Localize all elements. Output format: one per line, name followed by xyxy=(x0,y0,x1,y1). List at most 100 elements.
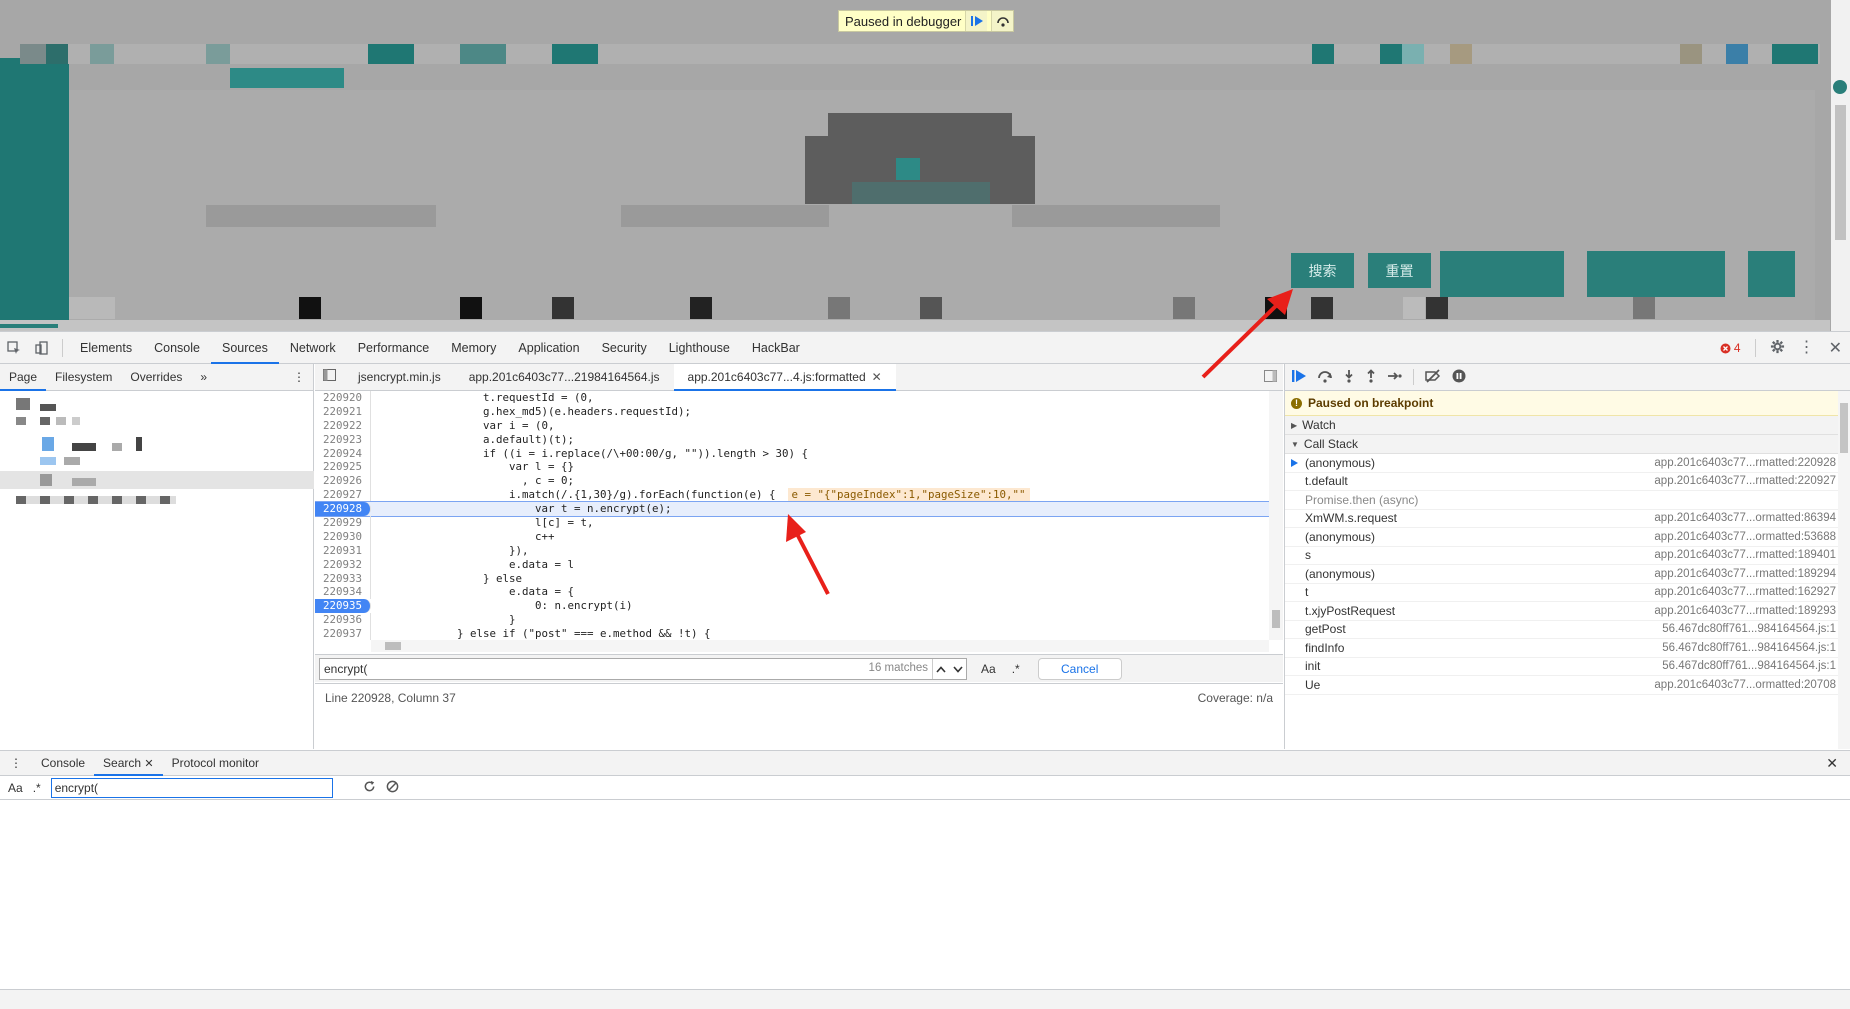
file-tab-app-formatted[interactable]: app.201c6403c77...4.js:formatted ✕ xyxy=(673,363,896,391)
call-stack-frame[interactable]: getPost 56.467dc80ff761...984164564.js:1 xyxy=(1285,621,1850,639)
step-over-icon[interactable] xyxy=(991,11,1014,31)
line-number[interactable]: 220931 xyxy=(315,543,371,558)
call-stack-section-header[interactable]: ▼ Call Stack xyxy=(1285,435,1850,454)
nav-tab-overrides[interactable]: Overrides xyxy=(121,364,191,391)
line-number[interactable]: 220937 xyxy=(315,627,371,640)
deactivate-breakpoints-icon[interactable] xyxy=(1424,368,1442,386)
breakpoint-line-number[interactable]: 220928 xyxy=(315,502,371,517)
drawer-tab-console[interactable]: Console xyxy=(32,751,94,776)
call-stack-frame[interactable]: t.default app.201c6403c77...rmatted:22092… xyxy=(1285,473,1850,491)
find-input[interactable]: encrypt( 16 matches xyxy=(319,657,967,680)
toggle-navigator-icon[interactable] xyxy=(315,364,344,391)
call-stack-frame[interactable]: t app.201c6403c77...rmatted:162927 xyxy=(1285,584,1850,602)
more-options-icon[interactable]: ⋮ xyxy=(1799,340,1815,356)
scrollbar-thumb[interactable] xyxy=(1835,105,1846,240)
code-vscrollbar[interactable] xyxy=(1269,391,1283,640)
file-tab-app-js[interactable]: app.201c6403c77...21984164564.js xyxy=(455,364,674,391)
tree-item[interactable] xyxy=(16,496,176,504)
device-toolbar-icon[interactable] xyxy=(28,332,56,364)
code-line[interactable]: 220922 var i = (0, xyxy=(315,418,1269,433)
clear-icon[interactable] xyxy=(386,780,399,796)
resume-icon[interactable] xyxy=(965,11,988,31)
call-stack-frame[interactable]: s app.201c6403c77...rmatted:189401 xyxy=(1285,547,1850,565)
tree-item[interactable] xyxy=(40,404,56,411)
page-hscroll[interactable] xyxy=(0,320,1830,331)
code-line[interactable]: 220937 } else if ("post" === e.method &&… xyxy=(315,627,1269,640)
scrollbar-thumb[interactable] xyxy=(1272,610,1280,628)
tab-elements[interactable]: Elements xyxy=(69,332,143,364)
tab-memory[interactable]: Memory xyxy=(440,332,507,364)
regex-toggle[interactable]: .* xyxy=(33,781,41,795)
code-line[interactable]: 220927 i.match(/.{1,30}/g).forEach(funct… xyxy=(315,488,1269,503)
file-tab-jsencrypt[interactable]: jsencrypt.min.js xyxy=(344,364,455,391)
code-line[interactable]: 220923 a.default)(t); xyxy=(315,432,1269,447)
tab-sources[interactable]: Sources xyxy=(210,332,279,364)
watch-section-header[interactable]: ▶ Watch xyxy=(1285,416,1850,435)
error-counter[interactable]: 4 xyxy=(1720,341,1741,355)
pause-on-exceptions-icon[interactable] xyxy=(1452,369,1466,386)
line-number[interactable]: 220926 xyxy=(315,474,371,489)
tab-security[interactable]: Security xyxy=(591,332,658,364)
line-number[interactable]: 220922 xyxy=(315,418,371,433)
code-line[interactable]: 220920 t.requestId = (0, xyxy=(315,391,1269,405)
tree-item[interactable] xyxy=(40,474,52,486)
tree-item[interactable] xyxy=(112,443,122,451)
tab-console[interactable]: Console xyxy=(143,332,211,364)
call-stack-frame[interactable]: Ue app.201c6403c77...ormatted:20708 xyxy=(1285,676,1850,695)
line-number[interactable]: 220929 xyxy=(315,516,371,530)
line-number[interactable]: 220923 xyxy=(315,432,371,447)
find-cancel-button[interactable]: Cancel xyxy=(1037,657,1122,680)
tree-item[interactable] xyxy=(40,417,50,425)
step-icon[interactable] xyxy=(1387,369,1403,386)
tree-item[interactable] xyxy=(72,417,80,425)
drawer-tab-search[interactable]: Search ✕ xyxy=(94,751,163,776)
settings-gear-icon[interactable] xyxy=(1770,339,1785,357)
tab-lighthouse[interactable]: Lighthouse xyxy=(658,332,741,364)
tree-item[interactable] xyxy=(16,398,30,410)
line-number[interactable]: 220936 xyxy=(315,613,371,628)
line-number[interactable]: 220933 xyxy=(315,571,371,586)
find-prev-chevron-up-icon[interactable] xyxy=(936,662,946,676)
tree-item[interactable] xyxy=(40,457,56,465)
step-over-icon[interactable] xyxy=(1317,369,1333,386)
call-stack-frame[interactable]: (anonymous) app.201c6403c77...rmatted:220… xyxy=(1285,454,1850,473)
tree-item[interactable] xyxy=(136,437,142,451)
tree-item[interactable] xyxy=(72,478,96,486)
reset-button[interactable]: 重置 xyxy=(1368,253,1431,288)
call-stack-frame[interactable]: (anonymous) app.201c6403c77...rmatted:189… xyxy=(1285,565,1850,584)
step-out-icon[interactable] xyxy=(1365,368,1377,386)
scrollbar-thumb[interactable] xyxy=(1840,403,1848,453)
tab-performance[interactable]: Performance xyxy=(347,332,441,364)
tree-item[interactable] xyxy=(64,457,80,465)
line-number[interactable]: 220932 xyxy=(315,557,371,572)
code-line[interactable]: 220921 g.hex_md5)(e.headers.requestId); xyxy=(315,404,1269,419)
drawer-tab-protocol-monitor[interactable]: Protocol monitor xyxy=(163,751,268,776)
tree-item[interactable] xyxy=(16,417,26,425)
breakpoint-line-number[interactable]: 220935 xyxy=(315,599,371,614)
drawer-menu-icon[interactable]: ⋮ xyxy=(0,751,32,776)
call-stack-frame[interactable]: t.xjyPostRequest app.201c6403c77...rmatte… xyxy=(1285,602,1850,621)
search-input[interactable]: encrypt( xyxy=(50,777,333,798)
navigator-menu-icon[interactable]: ⋮ xyxy=(293,370,305,384)
close-drawer-icon[interactable]: ✕ xyxy=(1826,755,1838,772)
scrollbar-thumb[interactable] xyxy=(385,642,401,650)
find-next-chevron-down-icon[interactable] xyxy=(953,662,963,676)
line-number[interactable]: 220921 xyxy=(315,404,371,419)
match-case-toggle[interactable]: Aa xyxy=(981,662,996,676)
inspect-element-icon[interactable] xyxy=(0,332,28,364)
match-case-toggle[interactable]: Aa xyxy=(8,781,23,795)
debugger-scrollbar[interactable] xyxy=(1838,391,1850,749)
tree-item[interactable] xyxy=(56,417,66,425)
close-devtools-icon[interactable]: ✕ xyxy=(1829,338,1842,358)
page-scrollbar[interactable] xyxy=(1831,0,1850,331)
line-number[interactable]: 220934 xyxy=(315,585,371,600)
line-number[interactable]: 220930 xyxy=(315,529,371,544)
tree-item[interactable] xyxy=(72,443,96,451)
step-into-icon[interactable] xyxy=(1343,369,1355,386)
tab-hackbar[interactable]: HackBar xyxy=(741,332,811,364)
nav-tab-filesystem[interactable]: Filesystem xyxy=(46,364,121,391)
code-line[interactable]: 220935 0: n.encrypt(i) xyxy=(315,599,1269,614)
tab-network[interactable]: Network xyxy=(279,332,347,364)
refresh-icon[interactable] xyxy=(363,780,376,796)
refresh-icon[interactable] xyxy=(1833,80,1847,94)
